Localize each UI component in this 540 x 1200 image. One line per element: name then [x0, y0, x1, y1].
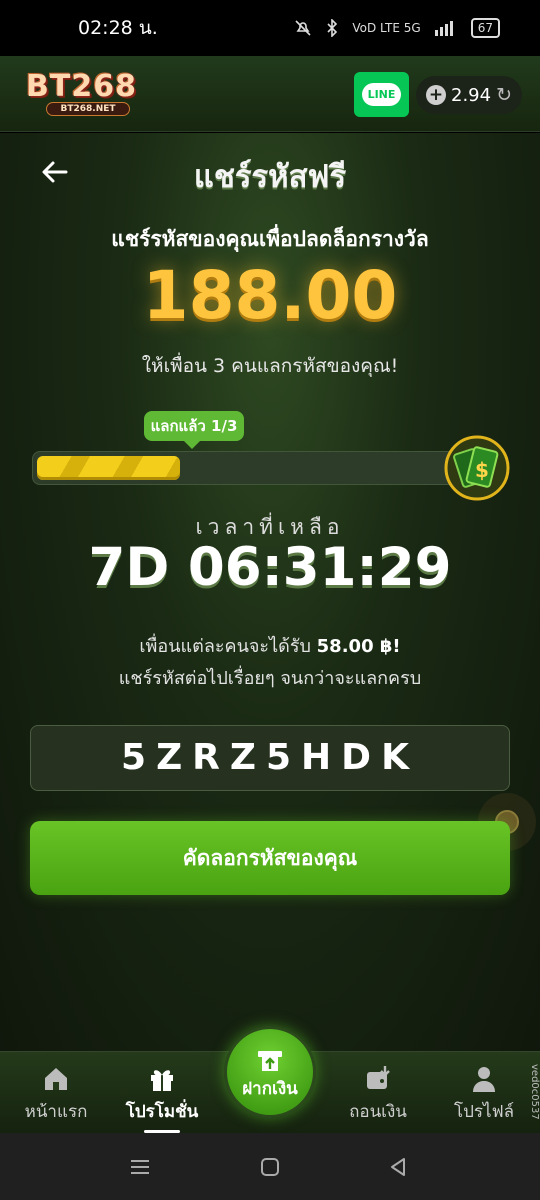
nav-home-label: หน้าแรก [24, 1102, 88, 1122]
reward-amount: 188.00 [142, 257, 398, 334]
nav-home[interactable]: หน้าแรก [6, 1064, 106, 1125]
progress-badge: แลกแล้ว 1/3 [144, 411, 244, 449]
line-icon: LINE [361, 83, 402, 106]
share-note: แชร์รหัสต่อไปเรื่อยๆ จนกว่าจะแลกครบ [118, 668, 422, 689]
gift-icon [151, 1070, 173, 1091]
nav-withdraw-label: ถอนเงิน [349, 1102, 407, 1122]
refresh-icon[interactable]: ↻ [496, 84, 512, 106]
brand-logo[interactable]: BT268 BT268.NET [26, 70, 154, 118]
home-icon [45, 1068, 67, 1090]
invite-text: ให้เพื่อน 3 คนแลกรหัสของคุณ! [141, 355, 399, 377]
progress-fill [37, 456, 180, 480]
bottom-nav: หน้าแรก โปรโมชั่น ฝากเงิน ถอนเงิน โปรไฟล… [0, 1026, 540, 1133]
copy-code-button[interactable]: คัดลอกรหัสของคุณ [30, 821, 510, 895]
signal-icon [434, 21, 453, 36]
svg-text:$: $ [475, 458, 489, 482]
reward-note-text: เพื่อนแต่ละคนจะได้รับ [139, 636, 317, 657]
wallet-icon [367, 1066, 390, 1089]
profile-icon [473, 1067, 495, 1092]
balance-pill[interactable]: + 2.94 ↻ [416, 76, 522, 114]
status-indicators: VoD LTE 5G 67 [294, 18, 500, 38]
network-indicators: VoD LTE 5G [352, 21, 421, 35]
nav-profile-label: โปรไฟล์ [453, 1102, 515, 1122]
nav-deposit[interactable]: ฝากเงิน [224, 1026, 316, 1118]
page-subtitle: แชร์รหัสของคุณเพื่อปลดล็อกรางวัล [111, 227, 429, 251]
logo-subtext: BT268.NET [46, 102, 130, 116]
logo-text: BT268 [26, 69, 137, 104]
nav-deposit-label: ฝากเงิน [242, 1079, 298, 1099]
home-button-icon[interactable] [258, 1155, 282, 1179]
nav-withdraw[interactable]: ถอนเงิน [328, 1064, 428, 1125]
deposit-icon [258, 1051, 282, 1071]
page-title: แชร์รหัสฟรี [193, 159, 347, 195]
bluetooth-icon [327, 19, 338, 37]
app-header: BT268 BT268.NET LINE + 2.94 ↻ [0, 56, 540, 132]
mute-icon [295, 20, 311, 36]
balance-amount: 2.94 [451, 84, 492, 106]
system-nav-bar [0, 1133, 540, 1200]
status-time: 02:28 น. [78, 17, 158, 39]
nav-promotions[interactable]: โปรโมชั่น [112, 1064, 212, 1125]
progress-track [32, 451, 472, 485]
plus-icon[interactable]: + [426, 85, 446, 105]
line-button[interactable]: LINE [354, 72, 409, 117]
status-bar: 02:28 น. VoD LTE 5G 67 [0, 0, 540, 56]
reward-note: เพื่อนแต่ละคนจะได้รับ 58.00 ฿! [0, 631, 540, 660]
countdown-timer: 7D 06:31:29 [88, 537, 452, 598]
referral-code[interactable]: 5ZRZ5HDK [30, 725, 510, 791]
version-label: ved0c0537 [529, 1064, 540, 1120]
battery-indicator: 67 [470, 18, 500, 38]
reward-note-amount: 58.00 ฿! [316, 636, 401, 657]
back-button-icon[interactable] [386, 1155, 410, 1179]
share-code-page: แชร์รหัสฟรี แชร์รหัสของคุณเพื่อปลดล็อกรา… [0, 133, 540, 1051]
recent-apps-icon[interactable] [128, 1155, 152, 1179]
nav-promotions-label: โปรโมชั่น [125, 1102, 199, 1122]
reward-ticket-icon: $ [444, 435, 510, 501]
nav-profile[interactable]: โปรไฟล์ [434, 1064, 534, 1125]
